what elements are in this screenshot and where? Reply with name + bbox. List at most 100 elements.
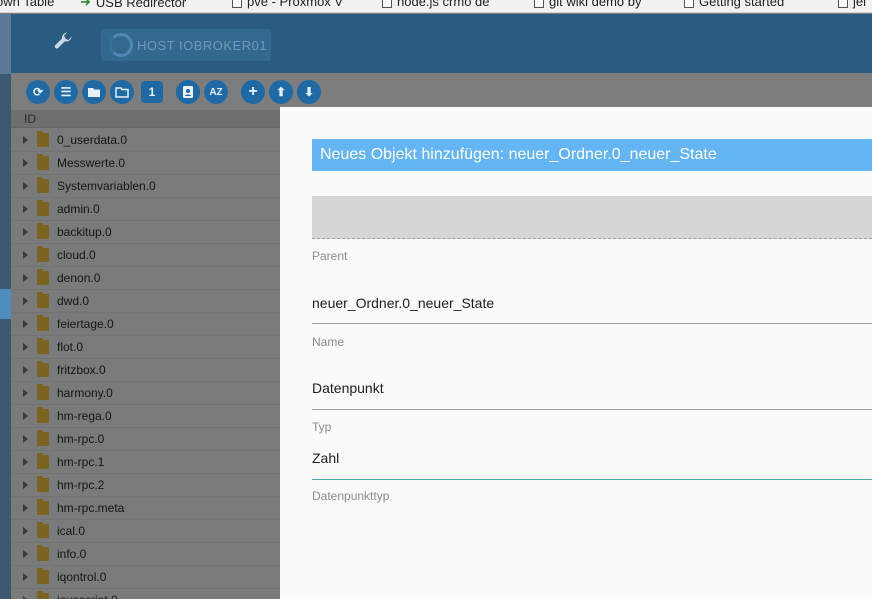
tree-row[interactable]: dwd.0	[11, 290, 280, 313]
expand-arrow-icon[interactable]	[23, 343, 28, 351]
counter-icon: 1	[148, 85, 156, 99]
tree-row-label: backitup.0	[57, 225, 112, 239]
tree-row[interactable]: Systemvariablen.0	[11, 175, 280, 198]
bookmark-item[interactable]: pve - Proxmox V	[232, 0, 343, 9]
tree-row[interactable]: iqontrol.0	[11, 566, 280, 589]
parent-label: Parent	[312, 249, 348, 263]
expand-arrow-icon[interactable]	[23, 458, 28, 466]
side-nav-item-active[interactable]	[0, 289, 11, 319]
expand-arrow-icon[interactable]	[23, 182, 28, 190]
collapse-all-button[interactable]	[82, 80, 106, 104]
tree-row[interactable]: javascript.0	[11, 589, 280, 599]
bookmark-item[interactable]: own Table	[0, 0, 54, 9]
parent-field[interactable]	[312, 196, 872, 239]
bookmark-label: git wiki demo by	[549, 0, 642, 9]
column-header-id: ID	[24, 112, 36, 126]
tree-row[interactable]: cloud.0	[11, 244, 280, 267]
expand-arrow-icon[interactable]	[23, 251, 28, 259]
bookmark-label: jel	[853, 0, 867, 9]
folder-icon	[37, 476, 49, 492]
expand-arrow-icon[interactable]	[23, 274, 28, 282]
tree-row-label: hm-rpc.meta	[57, 501, 125, 515]
add-object-button[interactable]: +	[241, 80, 265, 104]
expand-all-button[interactable]	[110, 80, 134, 104]
name-input[interactable]: neuer_Ordner.0_neuer_State	[312, 295, 494, 311]
tree-row[interactable]: ical.0	[11, 520, 280, 543]
counter-button[interactable]: 1	[141, 81, 163, 103]
expand-arrow-icon[interactable]	[23, 228, 28, 236]
tree-row-label: cloud.0	[57, 248, 96, 262]
tree-row[interactable]: admin.0	[11, 198, 280, 221]
tree-row[interactable]: hm-rega.0	[11, 405, 280, 428]
tree-row[interactable]: flot.0	[11, 336, 280, 359]
folder-open-icon	[115, 87, 129, 98]
tree-row[interactable]: backitup.0	[11, 221, 280, 244]
page-icon	[534, 0, 544, 8]
bookmark-item[interactable]: node.js crmo de	[382, 0, 490, 9]
type-select[interactable]: Datenpunkt	[312, 380, 384, 396]
download-button[interactable]: ⬇	[297, 80, 321, 104]
tree-row[interactable]: hm-rpc.0	[11, 428, 280, 451]
tree-row-label: Systemvariablen.0	[57, 179, 156, 193]
expand-arrow-icon[interactable]	[23, 297, 28, 305]
bookmark-label: USB Redirector	[95, 0, 187, 10]
expand-arrow-icon[interactable]	[23, 435, 28, 443]
host-label: HOST IOBROKER01	[137, 37, 268, 53]
folder-icon	[37, 246, 49, 262]
bookmark-item[interactable]: Getting started	[684, 0, 784, 9]
tree-row[interactable]: hm-rpc.1	[11, 451, 280, 474]
refresh-button[interactable]: ⟳	[26, 80, 50, 104]
contact-icon	[183, 86, 193, 98]
wrench-icon[interactable]	[51, 30, 75, 54]
folder-icon	[37, 315, 49, 331]
expand-arrow-icon[interactable]	[23, 159, 28, 167]
folder-icon	[37, 177, 49, 193]
bookmark-label: Getting started	[699, 0, 785, 9]
expand-arrow-icon[interactable]	[23, 412, 28, 420]
tree-column-header[interactable]: ID	[11, 110, 280, 128]
expand-arrow-icon[interactable]	[23, 205, 28, 213]
tree-row[interactable]: feiertage.0	[11, 313, 280, 336]
expand-arrow-icon[interactable]	[23, 481, 28, 489]
expand-arrow-icon[interactable]	[23, 136, 28, 144]
tree-row[interactable]: fritzbox.0	[11, 359, 280, 382]
expand-arrow-icon[interactable]	[23, 527, 28, 535]
page-icon	[838, 0, 848, 8]
upload-button[interactable]: ⬆	[269, 80, 293, 104]
download-icon: ⬇	[303, 85, 315, 99]
expand-arrow-icon[interactable]	[23, 320, 28, 328]
folder-icon	[37, 223, 49, 239]
tree-row-label: 0_userdata.0	[57, 133, 128, 147]
page-icon	[382, 0, 392, 8]
upload-icon: ⬆	[275, 85, 287, 99]
tree-row[interactable]: harmony.0	[11, 382, 280, 405]
tree-row[interactable]: denon.0	[11, 267, 280, 290]
tree-row[interactable]: hm-rpc.2	[11, 474, 280, 497]
expand-arrow-icon[interactable]	[23, 573, 28, 581]
folder-icon	[37, 200, 49, 216]
folder-icon	[37, 361, 49, 377]
expand-arrow-icon[interactable]	[23, 550, 28, 558]
folder-icon	[37, 131, 49, 147]
bookmark-item[interactable]: git wiki demo by	[534, 0, 641, 9]
bookmark-item[interactable]: jel	[838, 0, 866, 9]
tree-row[interactable]: hm-rpc.meta	[11, 497, 280, 520]
list-view-button[interactable]: ☰	[54, 80, 78, 104]
contact-button[interactable]	[176, 80, 200, 104]
name-underline	[312, 323, 872, 324]
tree-row-label: hm-rega.0	[57, 409, 112, 423]
bookmark-item[interactable]: ➜ USB Redirector	[80, 0, 186, 10]
host-selector[interactable]: HOST IOBROKER01	[101, 29, 271, 61]
green-arrow-icon: ➜	[80, 0, 91, 9]
tree-row[interactable]: Messwerte.0	[11, 152, 280, 175]
side-nav-item[interactable]	[0, 14, 11, 74]
datapoint-type-select[interactable]: Zahl	[312, 450, 339, 466]
refresh-icon: ⟳	[32, 85, 44, 99]
sort-button[interactable]: AZ	[204, 80, 228, 104]
expand-arrow-icon[interactable]	[23, 504, 28, 512]
tree-row[interactable]: info.0	[11, 543, 280, 566]
tree-row[interactable]: 0_userdata.0	[11, 129, 280, 152]
expand-arrow-icon[interactable]	[23, 389, 28, 397]
tree-row-label: info.0	[57, 547, 87, 561]
expand-arrow-icon[interactable]	[23, 366, 28, 374]
